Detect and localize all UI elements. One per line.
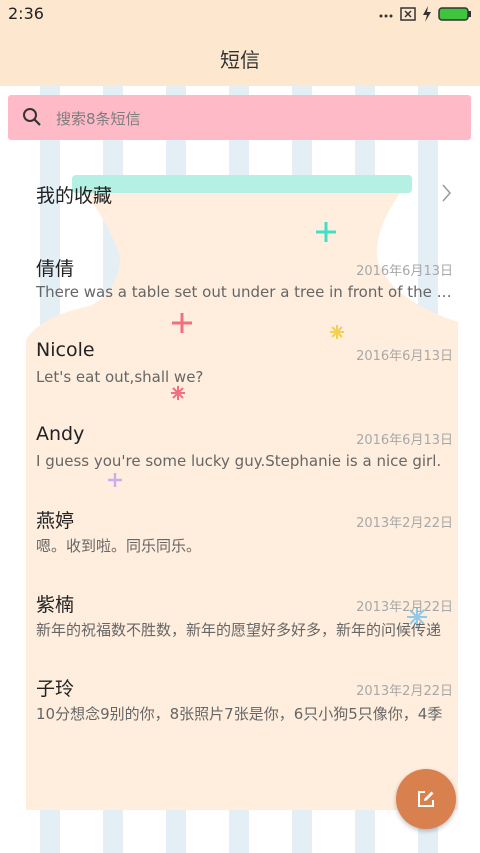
compose-button[interactable] xyxy=(396,769,456,829)
message-preview: 10分想念9别的你，8张照片7张是你，6只小狗5只像你，4季 xyxy=(36,705,443,723)
message-date: 2013年2月22日 xyxy=(356,516,453,531)
contact-name: 燕婷 xyxy=(36,510,75,532)
contact-name: Andy xyxy=(36,423,85,445)
conversation-row[interactable]: 紫楠 2013年2月22日 新年的祝福数不胜数，新年的愿望好多好多，新年的问候传… xyxy=(0,588,480,672)
message-date: 2016年6月13日 xyxy=(356,433,453,448)
chevron-right-icon xyxy=(442,184,451,202)
message-preview: Let's eat out,shall we? xyxy=(36,368,204,386)
conversation-row[interactable]: 子玲 2013年2月22日 10分想念9别的你，8张照片7张是你，6只小狗5只像… xyxy=(0,672,480,756)
compose-icon xyxy=(418,791,434,807)
message-date: 2016年6月13日 xyxy=(356,349,453,364)
message-preview: There was a table set out under a tree i… xyxy=(36,283,452,301)
conversation-row[interactable]: Nicole 2016年6月13日 Let's eat out,shall we… xyxy=(0,337,480,421)
status-bar: 2:36 xyxy=(0,0,480,28)
contact-name: 紫楠 xyxy=(36,594,75,616)
page-title: 短信 xyxy=(220,48,260,72)
conversation-row[interactable]: 燕婷 2013年2月22日 嗯。收到啦。同乐同乐。 xyxy=(0,504,480,588)
contact-name: Nicole xyxy=(36,339,95,361)
message-preview: 新年的祝福数不胜数，新年的愿望好多好多，新年的问候传递 xyxy=(36,621,442,639)
no-sim-icon xyxy=(400,7,416,21)
charging-icon xyxy=(423,6,431,22)
favorites-row[interactable]: 我的收藏 xyxy=(0,150,480,236)
message-preview: 嗯。收到啦。同乐同乐。 xyxy=(36,537,202,555)
app-bar: 2:36 短信 xyxy=(0,0,480,86)
message-date: 2013年2月22日 xyxy=(356,684,453,699)
search-bar[interactable] xyxy=(8,95,471,142)
more-dots-icon xyxy=(379,14,393,18)
conversation-row[interactable]: 倩倩 2016年6月13日 There was a table set out … xyxy=(0,252,480,336)
search-icon xyxy=(23,108,41,126)
conversation-row[interactable]: Andy 2016年6月13日 I guess you're some luck… xyxy=(0,421,480,505)
message-date: 2016年6月13日 xyxy=(356,264,453,279)
message-date: 2013年2月22日 xyxy=(356,600,453,615)
favorites-label: 我的收藏 xyxy=(36,185,113,207)
battery-icon xyxy=(438,7,471,21)
contact-name: 倩倩 xyxy=(36,258,75,280)
clock: 2:36 xyxy=(8,4,44,23)
status-icons xyxy=(378,6,472,22)
contact-name: 子玲 xyxy=(36,678,75,700)
search-input[interactable] xyxy=(54,95,458,142)
message-preview: I guess you're some lucky guy.Stephanie … xyxy=(36,452,442,470)
